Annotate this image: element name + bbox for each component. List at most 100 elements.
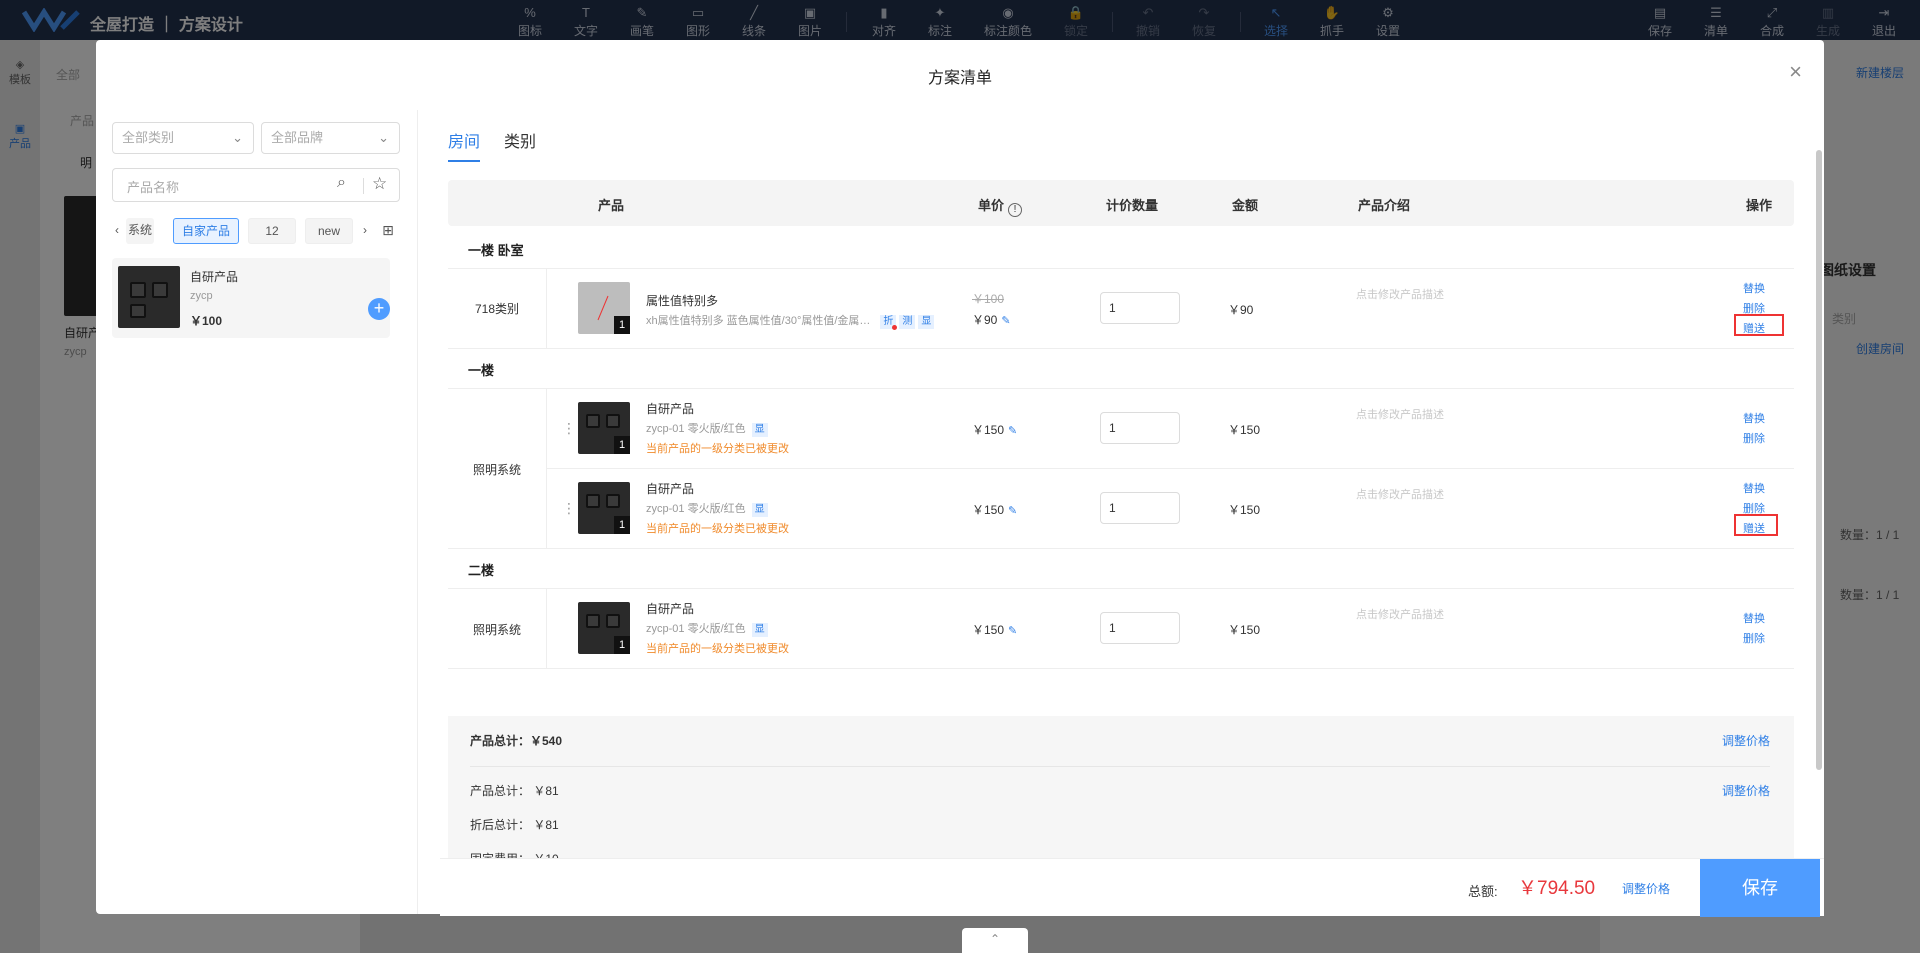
delete-button[interactable]: 删除 (1743, 630, 1765, 646)
collapse-panel-button[interactable]: ⌃ (962, 928, 1028, 953)
select-value: 全部类别 (122, 130, 175, 145)
discount-tag: 折 (880, 315, 898, 330)
category-select[interactable]: 全部类别 ⌄ (112, 122, 254, 154)
category-changed-warning: 当前产品的一级分类已被更改 (646, 443, 789, 455)
row-product-name: 自研产品 (646, 602, 695, 616)
row-price: ￥150 ✎ (972, 621, 1017, 638)
chip-system[interactable]: 系统 (126, 218, 154, 244)
replace-button[interactable]: 替换 (1743, 280, 1765, 296)
quantity-input[interactable]: 1 (1100, 412, 1180, 444)
row-product-spec: zycp-01 零火版/红色显 (646, 500, 768, 517)
chevron-left-icon[interactable]: ‹ (112, 218, 122, 244)
original-price: ￥100 (972, 292, 1005, 306)
count-badge: 1 (614, 516, 630, 534)
summary-divider (470, 766, 1770, 767)
socket-shape (152, 282, 168, 298)
col-unit-price: 单价! (978, 195, 1023, 217)
active-tab-indicator (448, 160, 480, 162)
tab-room[interactable]: 房间 (448, 128, 480, 152)
adjust-price-link[interactable]: 调整价格 (1722, 732, 1770, 749)
quantity-input[interactable]: 1 (1100, 612, 1180, 644)
scrollbar[interactable] (1816, 150, 1822, 770)
row-divider (546, 468, 1794, 469)
count-badge: 1 (614, 436, 630, 454)
col-divider (546, 588, 547, 668)
spec-text: zycp-01 零火版/红色 (646, 623, 746, 635)
info-icon[interactable]: ! (1008, 203, 1023, 217)
grid-icon[interactable]: ⊞ (380, 218, 396, 244)
adjust-price-link[interactable]: 调整价格 (1622, 880, 1670, 897)
product-thumbnail (118, 266, 180, 328)
col-product: 产品 (598, 198, 625, 213)
search-icon[interactable]: ⌕ (337, 174, 346, 192)
replace-button[interactable]: 替换 (1743, 480, 1765, 496)
edit-icon[interactable]: ✎ (1008, 425, 1017, 437)
tab-category[interactable]: 类别 (504, 128, 536, 152)
socket-shape (606, 414, 620, 428)
chip-own-products[interactable]: 自家产品 (173, 218, 239, 244)
display-tag: 显 (751, 503, 768, 517)
close-icon[interactable]: × (1789, 61, 1802, 83)
row-divider (448, 388, 1794, 389)
row-product-name: 自研产品 (646, 482, 695, 496)
dialog-title: 方案清单 (927, 70, 992, 87)
product-picker-panel: 全部类别 ⌄ 全部品牌 ⌄ 产品名称 ⌕ ☆ ‹ 系统 自家产品 12 new › … (96, 110, 418, 914)
quantity-input[interactable]: 1 (1100, 292, 1180, 324)
group-header: 一楼 卧室 (468, 243, 524, 258)
chip-12[interactable]: 12 (248, 218, 296, 244)
count-badge: 1 (614, 316, 630, 334)
star-icon[interactable]: ☆ (372, 174, 387, 194)
row-amount: ￥150 (1228, 503, 1261, 517)
col-qty: 计价数量 (1106, 198, 1159, 213)
price-value: ￥150 (972, 503, 1005, 517)
row-price: ￥90 ✎ (972, 311, 1011, 328)
edit-icon[interactable]: ✎ (1008, 625, 1017, 637)
price-value: ￥150 (972, 623, 1005, 637)
product-card-name: 自研产品 (190, 270, 239, 284)
row-price: ￥150 ✎ (972, 501, 1017, 518)
table-header: 产品 单价! 计价数量 金额 产品介绍 操作 (448, 180, 1794, 226)
total-value: ￥794.50 (1518, 878, 1596, 899)
row-amount: ￥150 (1228, 423, 1261, 437)
edit-icon[interactable]: ✎ (1008, 505, 1017, 517)
chevron-down-icon: ⌄ (378, 130, 389, 145)
chevron-right-icon[interactable]: › (359, 218, 371, 244)
quantity-input[interactable]: 1 (1100, 492, 1180, 524)
row-product-spec: zycp-01 零火版/红色显 (646, 420, 768, 437)
search-divider (363, 178, 364, 194)
display-tag: 显 (918, 315, 935, 329)
plan-list-panel: 房间 类别 产品 单价! 计价数量 金额 产品介绍 操作 一楼 卧室 718类别… (418, 110, 1824, 914)
brand-select[interactable]: 全部品牌 ⌄ (261, 122, 400, 154)
socket-shape (130, 282, 146, 298)
adjust-price-link[interactable]: 调整价格 (1722, 782, 1770, 799)
display-tag: 显 (751, 623, 768, 637)
col-desc: 产品介绍 (1358, 198, 1411, 213)
description-edit[interactable]: 点击修改产品描述 (1356, 406, 1444, 422)
product-thumbnail: 1 (578, 602, 630, 654)
row-divider (448, 668, 1794, 669)
chip-new[interactable]: new (305, 218, 353, 244)
socket-shape (586, 614, 600, 628)
product-card[interactable]: 自研产品 zycp ￥100 + (112, 258, 390, 338)
group-header: 二楼 (468, 563, 495, 578)
spec-text: zycp-01 零火版/红色 (646, 423, 746, 435)
price-value: ￥90 (972, 313, 998, 327)
replace-button[interactable]: 替换 (1743, 410, 1765, 426)
replace-button[interactable]: 替换 (1743, 610, 1765, 626)
product-search-input[interactable]: 产品名称 ⌕ ☆ (112, 168, 400, 202)
delete-button[interactable]: 删除 (1743, 430, 1765, 446)
description-edit[interactable]: 点击修改产品描述 (1356, 286, 1444, 302)
row-divider (448, 548, 1794, 549)
description-edit[interactable]: 点击修改产品描述 (1356, 486, 1444, 502)
product-thumbnail: 1 (578, 482, 630, 534)
highlight-box (1734, 514, 1778, 536)
description-edit[interactable]: 点击修改产品描述 (1356, 606, 1444, 622)
add-product-button[interactable]: + (368, 298, 390, 320)
edit-icon[interactable]: ✎ (1001, 315, 1010, 327)
save-button[interactable]: 保存 (1700, 859, 1820, 917)
summary-product-total: 产品总计： ￥81 (470, 784, 559, 798)
chevron-up-icon: ⌃ (989, 932, 1001, 946)
col-ops: 操作 (1746, 198, 1773, 213)
summary-product-total: 产品总计：￥540 (470, 734, 563, 748)
row-product-name: 属性值特别多 (646, 294, 719, 308)
